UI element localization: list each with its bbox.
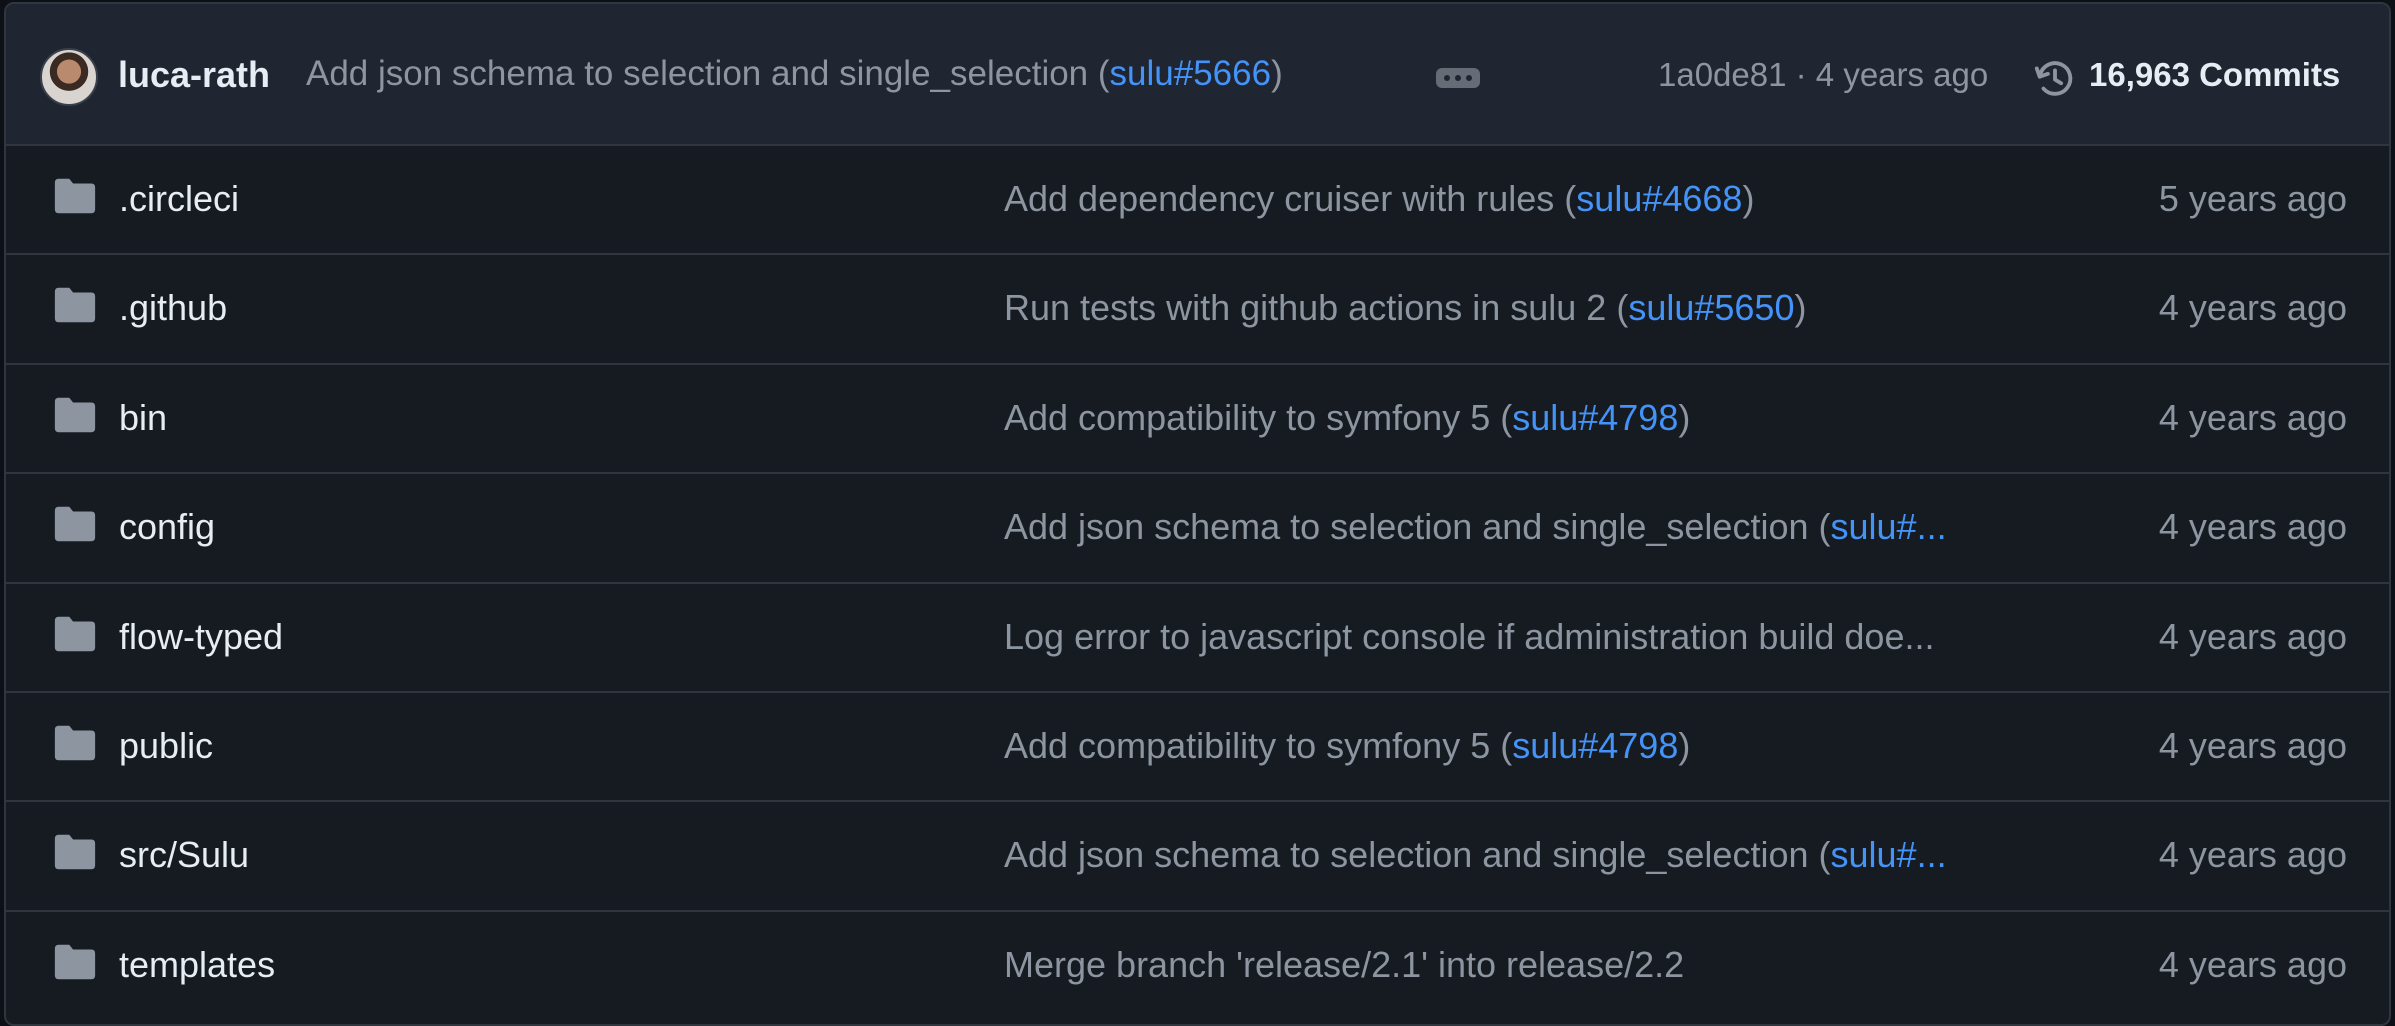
table-row[interactable]: bin Add compatibility to symfony 5 (sulu… [6, 365, 2389, 475]
history-icon[interactable] [2032, 56, 2078, 102]
commit-sha-time[interactable]: 1a0de81 · 4 years ago [1658, 56, 1988, 94]
file-browser-panel: luca-rath Add json schema to selection a… [4, 2, 2391, 1026]
commit-author[interactable]: luca-rath [118, 54, 270, 96]
commit-time: 4 years ago [2158, 943, 2347, 985]
folder-icon [54, 725, 96, 761]
commit-message-link[interactable]: Add json schema to selection and single_… [1004, 834, 1947, 876]
file-name-link[interactable]: config [119, 506, 215, 548]
folder-icon [54, 944, 96, 979]
commit-message-suffix: ) [1271, 54, 1283, 93]
table-row[interactable]: public Add compatibility to symfony 5 (s… [6, 693, 2389, 803]
commit-time: 4 years ago [2158, 615, 2347, 657]
latest-commit-message[interactable]: Add json schema to selection and single_… [306, 54, 1283, 94]
folder-icon [54, 616, 96, 651]
table-row[interactable]: flow-typed Log error to javascript conso… [6, 584, 2389, 693]
file-name-link[interactable]: templates [119, 944, 275, 986]
table-row[interactable]: templates Merge branch 'release/2.1' int… [6, 912, 2389, 1021]
ellipsis-icon[interactable] [1436, 68, 1480, 88]
commit-message-link[interactable]: Add json schema to selection and single_… [1004, 506, 1947, 548]
commit-time: 4 years ago [2158, 834, 2347, 876]
commit-message-link[interactable]: Add compatibility to symfony 5 (sulu#479… [1004, 725, 1690, 767]
file-name-link[interactable]: .circleci [119, 178, 239, 220]
avatar[interactable] [40, 48, 98, 106]
commit-message-link[interactable]: Log error to javascript console if admin… [1004, 616, 1934, 658]
latest-commit-bar: luca-rath Add json schema to selection a… [6, 4, 2389, 146]
folder-icon [54, 506, 96, 542]
commit-message-link[interactable]: Merge branch 'release/2.1' into release/… [1004, 944, 1684, 986]
commit-time: 4 years ago [2158, 724, 2347, 766]
commit-time: 4 years ago [2158, 396, 2347, 438]
commit-message-link[interactable]: Add dependency cruiser with rules (sulu#… [1004, 178, 1754, 220]
table-row[interactable]: config Add json schema to selection and … [6, 474, 2389, 584]
commit-time: 4 years ago [2158, 287, 2347, 329]
folder-icon [54, 178, 96, 214]
file-list: .circleci Add dependency cruiser with ru… [6, 146, 2389, 1021]
table-row[interactable]: .circleci Add dependency cruiser with ru… [6, 146, 2389, 256]
file-name-link[interactable]: flow-typed [119, 616, 283, 658]
commit-time: 4 years ago [2158, 506, 2347, 548]
commit-message-text[interactable]: Add json schema to selection and single_… [306, 54, 1110, 93]
folder-icon [54, 288, 96, 323]
file-name-link[interactable]: .github [119, 287, 227, 329]
commit-issue-link[interactable]: sulu#5666 [1110, 54, 1272, 93]
folder-icon [54, 397, 96, 433]
commit-message-link[interactable]: Add compatibility to symfony 5 (sulu#479… [1004, 397, 1690, 439]
commits-count-link[interactable]: 16,963 Commits [2089, 56, 2340, 94]
file-name-link[interactable]: public [119, 725, 213, 767]
file-name-link[interactable]: src/Sulu [119, 834, 249, 876]
table-row[interactable]: src/Sulu Add json schema to selection an… [6, 802, 2389, 912]
folder-icon [54, 835, 96, 870]
commit-message-link[interactable]: Run tests with github actions in sulu 2 … [1004, 287, 1806, 329]
table-row[interactable]: .github Run tests with github actions in… [6, 255, 2389, 365]
commit-time: 5 years ago [2158, 178, 2347, 219]
file-name-link[interactable]: bin [119, 397, 167, 439]
